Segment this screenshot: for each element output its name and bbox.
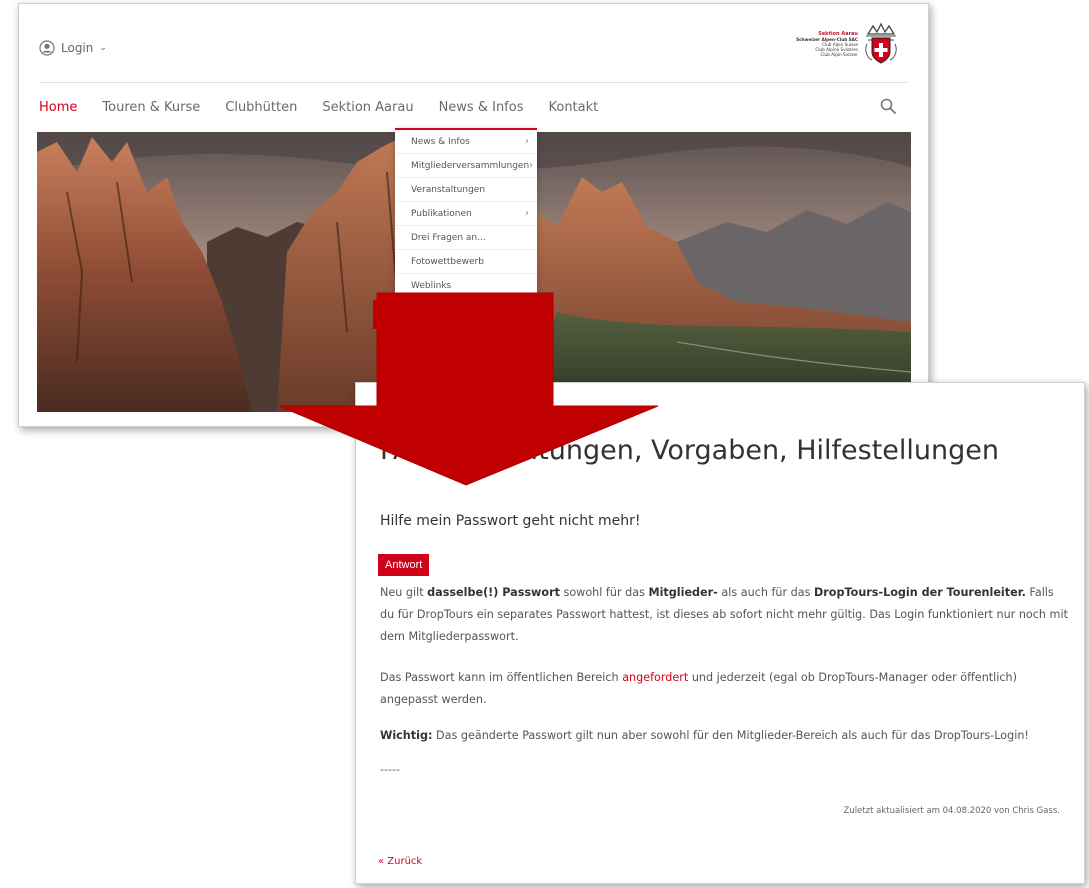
chevron-right-icon: › [525,136,529,147]
login-menu[interactable]: Login ⌄ [39,40,107,56]
nav-item-news-infos[interactable]: News & Infos [439,100,524,115]
dropdown-item-label: News & Infos [411,136,470,147]
dropdown-item-label: Drei Fragen an… [411,232,487,243]
answer-button[interactable]: Antwort [378,554,430,576]
answer-paragraph-1: Neu gilt dasselbe(!) Passwort sowohl für… [380,582,1070,648]
nav-item-home[interactable]: Home [39,100,77,115]
answer-paragraph-3: Wichtig: Das geänderte Passwort gilt nun… [380,725,1070,747]
dropdown-item-label: Publikationen [411,208,472,219]
answer-paragraph-2: Das Passwort kann im öffentlichen Bereic… [380,667,1070,711]
news-infos-dropdown: News & Infos › Mitgliederversammlungen ›… [395,128,537,322]
p3-label: Wichtig: [380,729,433,742]
dropdown-item-news-infos[interactable]: News & Infos › [395,130,537,154]
dropdown-item-label: Veranstaltungen [411,184,486,195]
logo-line-5: Club Alpin Svizzer [820,51,858,57]
login-label: Login [61,41,94,55]
page-title: FAQ's, Anleitungen, Vorgaben, Hilfestell… [380,435,999,466]
dropdown-item-mitgliederversammlungen[interactable]: Mitgliederversammlungen › [395,154,537,178]
p1-text-a: Neu gilt [380,586,428,599]
nav-item-kontakt[interactable]: Kontakt [548,100,598,115]
p1-text-c: sowohl für das [559,586,649,599]
search-icon[interactable] [880,98,896,114]
nav-item-touren-kurse[interactable]: Touren & Kurse [102,100,200,115]
p1-bold-password: dasselbe(!) Passwort [427,586,560,599]
user-icon [39,40,55,56]
logo-text: Sektion Aarau Schweizer Alpen-Club SAC C… [796,31,858,57]
faq-highlight-box [373,300,551,329]
nav-item-sektion-aarau[interactable]: Sektion Aarau [322,100,413,115]
website-header-screenshot: Login ⌄ Sektion Aarau Schweizer Alpen-Cl… [18,3,929,427]
dropdown-item-veranstaltungen[interactable]: Veranstaltungen [395,178,537,202]
p1-bold-mitglieder: Mitglieder- [648,586,718,599]
faq-question[interactable]: Hilfe mein Passwort geht nicht mehr! [380,513,641,529]
dropdown-item-label: Weblinks [411,280,452,291]
dropdown-item-label: Fotowettbewerb [411,256,484,267]
coat-of-arms-icon [865,22,897,64]
dropdown-item-fotowettbewerb[interactable]: Fotowettbewerb [395,250,537,274]
p1-text-e: als auch für das [717,586,814,599]
nav-item-clubhuetten[interactable]: Clubhütten [225,100,297,115]
header-divider [39,82,908,83]
back-link[interactable]: « Zurück [378,856,422,867]
separator-dashes: ----- [380,763,400,776]
p3-text: Das geänderte Passwort gilt nun aber sow… [432,729,1029,742]
angefordert-link[interactable]: angefordert [622,671,688,684]
faq-page-screenshot: FAQ's, Anleitungen, Vorgaben, Hilfestell… [355,382,1085,884]
dropdown-item-drei-fragen[interactable]: Drei Fragen an… [395,226,537,250]
dropdown-item-publikationen[interactable]: Publikationen › [395,202,537,226]
chevron-right-icon: › [525,208,529,219]
p1-bold-droptours: DropTours-Login der Tourenleiter. [814,586,1026,599]
dropdown-item-weblinks[interactable]: Weblinks [395,274,537,298]
dropdown-item-label: Mitgliederversammlungen [411,160,530,171]
main-nav: Home Touren & Kurse Clubhütten Sektion A… [39,100,623,115]
p2-text-a: Das Passwort kann im öffentlichen Bereic… [380,671,623,684]
chevron-down-icon: ⌄ [99,43,107,53]
logo-line-2: Schweizer Alpen-Club SAC [796,36,858,42]
chevron-right-icon: › [529,160,534,171]
last-updated-text: Zuletzt aktualisiert am 04.08.2020 von C… [843,806,1060,816]
sac-logo[interactable]: Sektion Aarau Schweizer Alpen-Club SAC C… [796,22,898,66]
